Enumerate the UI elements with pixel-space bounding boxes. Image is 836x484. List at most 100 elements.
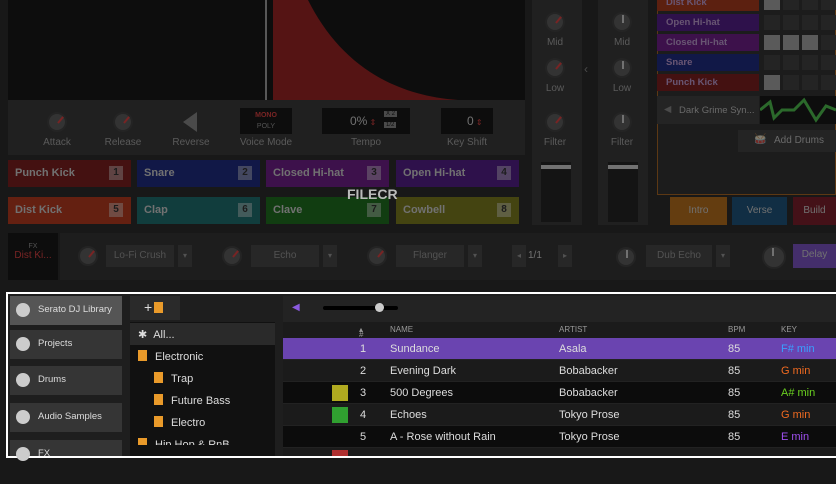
table-row[interactable]: 4 Echoes Tokyo Prose 85 G min bbox=[283, 404, 836, 426]
step-cell[interactable] bbox=[783, 55, 799, 70]
fx-target[interactable]: FX Dist Ki... bbox=[8, 233, 58, 280]
sample-track[interactable]: ◀ Dark Grime Syn... bbox=[657, 96, 759, 124]
scene-build[interactable]: Build bbox=[793, 197, 836, 225]
fx1-select[interactable]: Lo-Fi Crush bbox=[106, 245, 174, 267]
col-bpm[interactable]: BPM bbox=[728, 325, 745, 334]
tempo-display[interactable]: 0% ⇕ X 2 1/2 bbox=[322, 108, 410, 134]
step-cell[interactable] bbox=[764, 35, 780, 50]
ch1-low-knob[interactable] bbox=[545, 58, 565, 78]
fx2-knob[interactable] bbox=[222, 246, 242, 266]
crate-item[interactable]: Hip Hop & RnB bbox=[130, 433, 275, 445]
volume-icon[interactable]: ◀ bbox=[292, 302, 300, 313]
col-name[interactable]: NAME bbox=[390, 325, 413, 334]
sidebar-item[interactable]: FX bbox=[10, 440, 122, 461]
step-cell[interactable] bbox=[802, 55, 818, 70]
collapse-icon[interactable]: ‹ bbox=[584, 62, 588, 76]
deck2-fx-knob[interactable] bbox=[616, 247, 636, 267]
pad-2[interactable]: Snare 2 bbox=[137, 160, 260, 187]
pad-5[interactable]: Dist Kick 5 bbox=[8, 197, 131, 224]
ch1-fader[interactable] bbox=[541, 162, 571, 222]
step-cell[interactable] bbox=[802, 35, 818, 50]
delay-button[interactable]: Delay bbox=[793, 244, 836, 268]
voice-mode-toggle[interactable]: MONO POLY bbox=[240, 108, 292, 134]
track-row[interactable]: Snare bbox=[657, 54, 759, 71]
col-artist[interactable]: ARTIST bbox=[559, 325, 587, 334]
step-cell[interactable] bbox=[821, 15, 836, 30]
fx3-select[interactable]: Flanger bbox=[396, 245, 464, 267]
step-cell[interactable] bbox=[783, 75, 799, 90]
step-cell[interactable] bbox=[802, 0, 818, 10]
step-cell[interactable] bbox=[802, 15, 818, 30]
table-row[interactable]: 1 Sundance Asala 85 F# min bbox=[283, 338, 836, 360]
step-cell[interactable] bbox=[783, 0, 799, 10]
row-bpm: 85 bbox=[728, 343, 741, 355]
tempo-half-button[interactable]: 1/2 bbox=[384, 122, 397, 128]
track-row[interactable]: Dist Kick bbox=[657, 0, 759, 11]
sidebar-item[interactable]: Drums bbox=[10, 366, 122, 395]
step-cell[interactable] bbox=[783, 35, 799, 50]
col-key[interactable]: KEY bbox=[781, 325, 797, 334]
sidebar-item[interactable]: Projects bbox=[10, 330, 122, 359]
fx1-dropdown[interactable]: ▾ bbox=[178, 245, 192, 267]
crate-item[interactable]: Future Bass bbox=[130, 389, 275, 411]
step-cell[interactable] bbox=[764, 0, 780, 10]
step-cell[interactable] bbox=[802, 75, 818, 90]
crate-item[interactable]: Electronic bbox=[130, 345, 275, 367]
scene-intro[interactable]: Intro bbox=[670, 197, 727, 225]
ch1-mid-knob[interactable] bbox=[545, 12, 565, 32]
attack-knob[interactable] bbox=[47, 112, 67, 132]
volume-slider[interactable] bbox=[323, 303, 398, 312]
table-row[interactable] bbox=[283, 448, 836, 456]
pad-1[interactable]: Punch Kick 1 bbox=[8, 160, 131, 187]
step-cell[interactable] bbox=[821, 55, 836, 70]
fx3-knob[interactable] bbox=[367, 246, 387, 266]
key-shift-display[interactable]: 0 ⇕ bbox=[441, 108, 493, 134]
ch2-mid-knob[interactable] bbox=[612, 12, 632, 32]
deck2-fx-select[interactable]: Dub Echo bbox=[646, 245, 712, 267]
fx-page-next[interactable]: ▸ bbox=[558, 245, 572, 267]
deck2-fx-dropdown[interactable]: ▾ bbox=[716, 245, 730, 267]
step-cell[interactable] bbox=[783, 15, 799, 30]
sidebar-item[interactable]: Audio Samples bbox=[10, 403, 122, 432]
ch2-low-knob[interactable] bbox=[612, 58, 632, 78]
waveform-display[interactable] bbox=[8, 0, 525, 100]
ch1-filter-knob[interactable] bbox=[545, 112, 565, 132]
fx-page-prev[interactable]: ◂ bbox=[512, 245, 526, 267]
step-cell[interactable] bbox=[764, 15, 780, 30]
table-row[interactable]: 5 A - Rose without Rain Tokyo Prose 85 E min bbox=[283, 426, 836, 448]
tempo-x2-button[interactable]: X 2 bbox=[384, 111, 398, 117]
step-cell[interactable] bbox=[821, 75, 836, 90]
ch2-fader[interactable] bbox=[608, 162, 638, 222]
table-row[interactable]: 2 Evening Dark Bobabacker 85 G min bbox=[283, 360, 836, 382]
pad-6[interactable]: Clap 6 bbox=[137, 197, 260, 224]
step-cell[interactable] bbox=[764, 75, 780, 90]
scene-verse[interactable]: Verse bbox=[732, 197, 787, 225]
track-row[interactable]: Closed Hi-hat bbox=[657, 34, 759, 51]
track-row[interactable]: Open Hi-hat bbox=[657, 14, 759, 31]
fx2-dropdown[interactable]: ▾ bbox=[323, 245, 337, 267]
fx2-select[interactable]: Echo bbox=[251, 245, 319, 267]
mono-option[interactable]: MONO bbox=[240, 110, 292, 121]
reverse-icon[interactable] bbox=[183, 112, 197, 132]
crate-item[interactable]: Electro bbox=[130, 411, 275, 433]
crate-item[interactable]: Trap bbox=[130, 367, 275, 389]
crate-item[interactable]: ✱ All... bbox=[130, 323, 275, 345]
step-cell[interactable] bbox=[821, 0, 836, 10]
table-row[interactable]: 3 500 Degrees Bobabacker 85 A# min bbox=[283, 382, 836, 404]
fx1-knob[interactable] bbox=[78, 246, 98, 266]
step-cell[interactable] bbox=[821, 35, 836, 50]
pad-8[interactable]: Cowbell 8 bbox=[396, 197, 519, 224]
sidebar-item[interactable]: Serato DJ Library bbox=[10, 296, 122, 325]
pad-4[interactable]: Open Hi-hat 4 bbox=[396, 160, 519, 187]
pad-3[interactable]: Closed Hi-hat 3 bbox=[266, 160, 389, 187]
poly-option[interactable]: POLY bbox=[240, 121, 292, 132]
fx3-dropdown[interactable]: ▾ bbox=[468, 245, 482, 267]
add-drums-button[interactable]: 🥁 Add Drums bbox=[738, 130, 836, 152]
release-knob[interactable] bbox=[113, 112, 133, 132]
col-num[interactable]: # ▴ bbox=[359, 325, 363, 339]
deck2-level-knob[interactable] bbox=[762, 245, 786, 269]
add-crate-button[interactable]: + bbox=[130, 296, 180, 320]
step-cell[interactable] bbox=[764, 55, 780, 70]
ch2-filter-knob[interactable] bbox=[612, 112, 632, 132]
track-row[interactable]: Punch Kick bbox=[657, 74, 759, 91]
